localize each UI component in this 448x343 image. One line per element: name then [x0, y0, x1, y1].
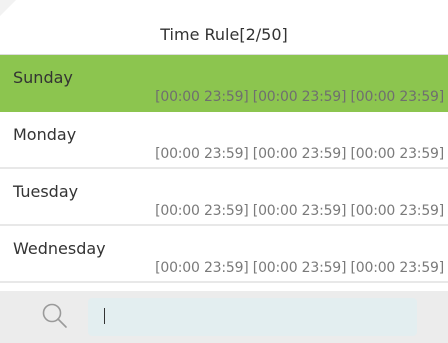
text-cursor: [104, 308, 105, 324]
time-rule-screen: Time Rule[2/50] Sunday [00:00 23:59] [00…: [0, 0, 448, 343]
search-icon[interactable]: [40, 301, 70, 331]
page-title: Time Rule[2/50]: [160, 24, 288, 44]
search-bar: [0, 291, 448, 343]
title-bar: Time Rule[2/50]: [0, 0, 448, 55]
list-item-wednesday[interactable]: Wednesday [00:00 23:59] [00:00 23:59] [0…: [0, 226, 448, 283]
day-label: Tuesday: [13, 182, 79, 201]
time-ranges: [00:00 23:59] [00:00 23:59] [00:00 23:59…: [155, 89, 444, 105]
time-rule-list: Sunday [00:00 23:59] [00:00 23:59] [00:0…: [0, 55, 448, 283]
time-ranges: [00:00 23:59] [00:00 23:59] [00:00 23:59…: [155, 260, 444, 276]
time-ranges: [00:00 23:59] [00:00 23:59] [00:00 23:59…: [155, 146, 444, 162]
day-label: Wednesday: [13, 239, 106, 258]
day-label: Monday: [13, 125, 77, 144]
day-label: Sunday: [13, 68, 73, 87]
list-item-sunday[interactable]: Sunday [00:00 23:59] [00:00 23:59] [00:0…: [0, 55, 448, 112]
search-input[interactable]: [88, 298, 417, 336]
list-item-tuesday[interactable]: Tuesday [00:00 23:59] [00:00 23:59] [00:…: [0, 169, 448, 226]
time-ranges: [00:00 23:59] [00:00 23:59] [00:00 23:59…: [155, 203, 444, 219]
list-item-monday[interactable]: Monday [00:00 23:59] [00:00 23:59] [00:0…: [0, 112, 448, 169]
